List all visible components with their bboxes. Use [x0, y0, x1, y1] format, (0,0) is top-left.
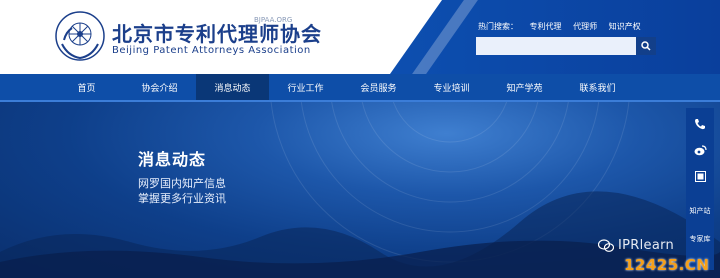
phone-button[interactable]: [686, 114, 714, 134]
hot-search: 热门搜索： 专利代理 代理师 知识产权: [478, 21, 650, 32]
nav-item-industry[interactable]: 行业工作: [269, 74, 342, 100]
hot-search-label: 热门搜索：: [478, 22, 518, 31]
site-domain: BJPAA.ORG: [254, 16, 293, 24]
banner-title: 消息动态: [138, 150, 207, 169]
weibo-button[interactable]: [686, 140, 714, 160]
nav-item-training[interactable]: 专业培训: [415, 74, 488, 100]
sidebar-label-experts[interactable]: 专家库: [686, 234, 714, 244]
nav-item-academy[interactable]: 知产学苑: [488, 74, 561, 100]
hot-search-term[interactable]: 代理师: [573, 22, 597, 31]
main-nav: 首页 协会介绍 消息动态 行业工作 会员服务 专业培训 知产学苑 联系我们: [0, 74, 720, 102]
hot-search-term[interactable]: 专利代理: [530, 22, 562, 31]
sidebar-label-ipstation[interactable]: 知产站: [686, 206, 714, 216]
wechat-account-name: IPRlearn: [618, 238, 675, 253]
wechat-watermark: IPRlearn: [598, 238, 674, 253]
weibo-icon: [694, 144, 707, 155]
nav-item-home[interactable]: 首页: [50, 74, 123, 100]
banner-tagline-2: 掌握更多行业资讯: [138, 192, 226, 205]
search-input[interactable]: [476, 37, 636, 55]
search-button[interactable]: [636, 37, 656, 55]
nav-item-about[interactable]: 协会介绍: [123, 74, 196, 100]
site-subtitle: Beijing Patent Attorneys Association: [112, 45, 311, 56]
hot-search-term[interactable]: 知识产权: [609, 22, 641, 31]
banner-tagline-1: 网罗国内知产信息: [138, 177, 226, 190]
wechat-icon: [598, 239, 614, 252]
qrcode-button[interactable]: [686, 166, 714, 186]
nav-item-news[interactable]: 消息动态: [196, 74, 269, 100]
phone-icon: [695, 119, 705, 130]
nav-item-contact[interactable]: 联系我们: [561, 74, 634, 100]
nav-item-members[interactable]: 会员服务: [342, 74, 415, 100]
site-header: 北京市专利代理师协会 Beijing Patent Attorneys Asso…: [0, 0, 720, 74]
floating-sidebar: 知产站 专家库: [686, 108, 714, 270]
search-icon: [641, 41, 651, 51]
qrcode-icon: [694, 170, 706, 182]
association-logo-icon[interactable]: [54, 10, 106, 62]
site-watermark: 12425.CN: [624, 256, 710, 274]
